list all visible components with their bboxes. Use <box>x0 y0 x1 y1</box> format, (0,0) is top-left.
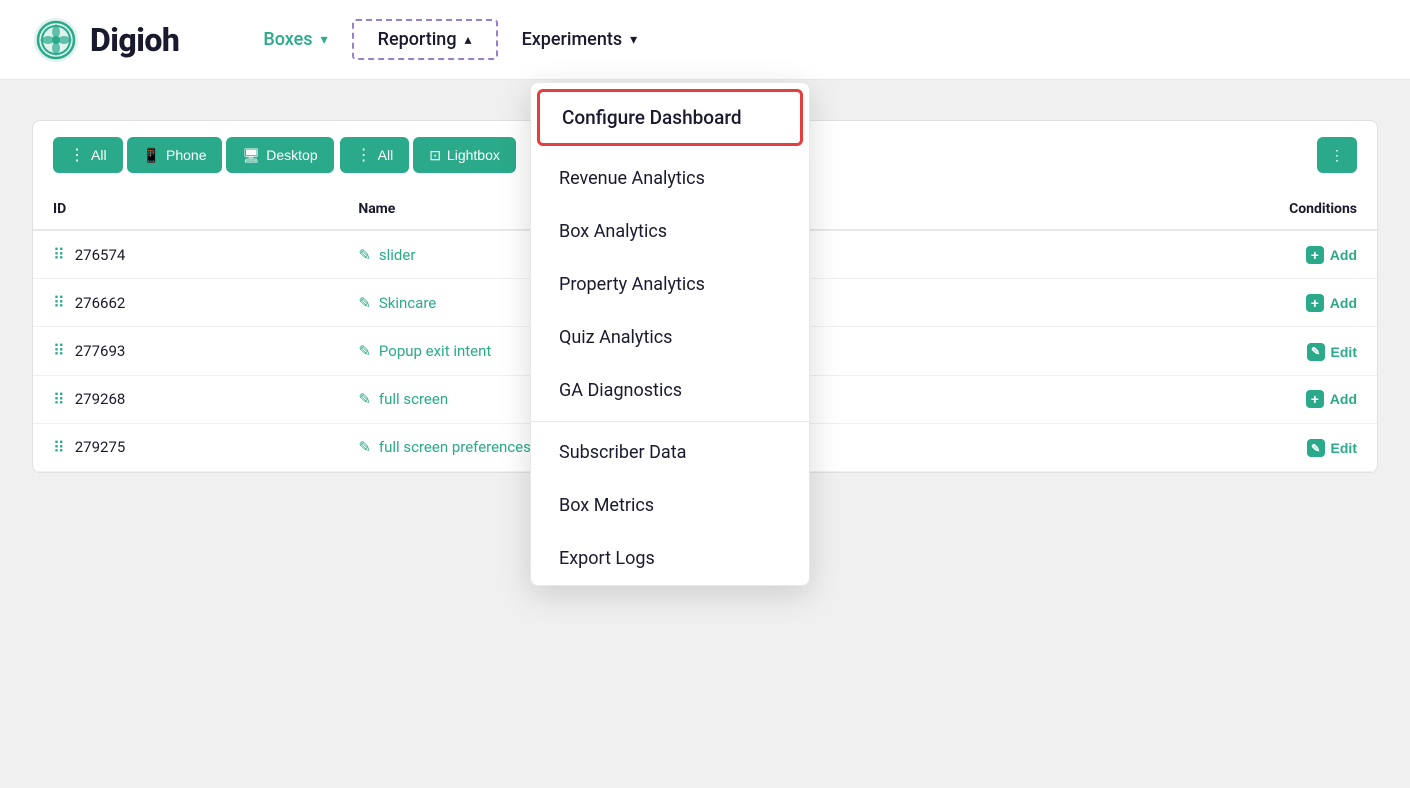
edit-icon: ✎ <box>1307 343 1325 361</box>
row-id-277693: ⠿ 277693 <box>53 341 318 360</box>
plus-icon: + <box>1306 294 1324 312</box>
dropdown-divider <box>531 421 809 422</box>
row-id-276662: ⠿ 276662 <box>53 293 318 312</box>
nav-reporting[interactable]: Reporting ▴ <box>352 19 498 60</box>
reporting-label: Reporting <box>378 29 457 50</box>
filter-phone[interactable]: 📱 Phone <box>127 137 223 173</box>
boxes-chevron-down-icon: ▾ <box>321 32 328 48</box>
grid-icon: ⠿ <box>53 341 65 360</box>
nav-experiments[interactable]: Experiments ▾ <box>498 21 662 58</box>
row-id-276574: ⠿ 276574 <box>53 245 318 264</box>
quiz-analytics-item[interactable]: Quiz Analytics <box>531 311 809 364</box>
edit-condition-btn-279275[interactable]: ✎ Edit <box>1307 439 1357 457</box>
filter-desktop[interactable]: 🖥 Desktop <box>226 137 333 173</box>
ga-diagnostics-item[interactable]: GA Diagnostics <box>531 364 809 417</box>
filter-all-devices[interactable]: ⋮ All <box>53 137 123 173</box>
filter-all-devices-label: All <box>91 147 107 163</box>
edit-pencil-icon: ✎ <box>358 438 371 456</box>
edit-pencil-icon: ✎ <box>358 390 371 408</box>
property-analytics-item[interactable]: Property Analytics <box>531 258 809 311</box>
boxes-label: Boxes <box>263 29 312 50</box>
row-id-279268: ⠿ 279268 <box>53 390 318 409</box>
plus-icon: + <box>1306 246 1324 264</box>
filter-all-types-label: All <box>378 147 394 163</box>
grid-icon: ⠿ <box>53 390 65 409</box>
type-filter-group: ⋮ All ⊡ Lightbox <box>340 137 516 173</box>
logo-area: Digioh <box>32 16 179 64</box>
filter-phone-label: Phone <box>166 147 206 163</box>
filter-desktop-label: Desktop <box>266 147 317 163</box>
device-filter-group: ⋮ All 📱 Phone 🖥 Desktop <box>53 137 334 173</box>
filter-lightbox-label: Lightbox <box>447 147 500 163</box>
reporting-dropdown: Configure Dashboard Revenue Analytics Bo… <box>530 82 810 586</box>
edit-condition-btn-277693[interactable]: ✎ Edit <box>1307 343 1357 361</box>
phone-icon: 📱 <box>143 147 160 164</box>
configure-dashboard-item[interactable]: Configure Dashboard <box>540 92 800 143</box>
filter-lightbox[interactable]: ⊡ Lightbox <box>413 137 516 173</box>
add-condition-btn-279268[interactable]: + Add <box>1306 390 1357 408</box>
th-conditions: Conditions <box>1084 189 1377 230</box>
plus-icon: + <box>1306 390 1324 408</box>
edit-icon: ✎ <box>1307 439 1325 457</box>
subscriber-data-item[interactable]: Subscriber Data <box>531 426 809 479</box>
experiments-label: Experiments <box>522 29 623 50</box>
box-analytics-item[interactable]: Box Analytics <box>531 205 809 258</box>
grid-icon: ⠿ <box>53 293 65 312</box>
grid-icon: ⠿ <box>53 245 65 264</box>
edit-pencil-icon: ✎ <box>358 342 371 360</box>
desktop-icon: 🖥 <box>242 147 260 164</box>
revenue-analytics-item[interactable]: Revenue Analytics <box>531 152 809 205</box>
logo-text: Digioh <box>90 21 179 59</box>
edit-pencil-icon: ✎ <box>358 294 371 312</box>
add-condition-btn-276662[interactable]: + Add <box>1306 294 1357 312</box>
filter-all-types[interactable]: ⋮ All <box>340 137 410 173</box>
edit-pencil-icon: ✎ <box>358 246 371 264</box>
main-nav: Boxes ▾ Reporting ▴ Experiments ▾ <box>239 19 661 60</box>
configure-dashboard-highlight: Configure Dashboard <box>537 89 803 146</box>
grid-icon: ⠿ <box>53 438 65 457</box>
add-condition-btn-276574[interactable]: + Add <box>1306 246 1357 264</box>
header: Digioh Boxes ▾ Reporting ▴ Experiments ▾ <box>0 0 1410 80</box>
filter-extra[interactable]: ⋮ <box>1317 137 1357 173</box>
experiments-chevron-down-icon: ▾ <box>630 32 637 48</box>
nav-boxes[interactable]: Boxes ▾ <box>239 21 351 58</box>
export-logs-item[interactable]: Export Logs <box>531 532 809 585</box>
box-metrics-item[interactable]: Box Metrics <box>531 479 809 532</box>
lightbox-icon: ⊡ <box>429 147 441 164</box>
digioh-logo <box>32 16 80 64</box>
reporting-chevron-up-icon: ▴ <box>465 32 472 48</box>
th-id: ID <box>33 189 338 230</box>
row-id-279275: ⠿ 279275 <box>53 438 318 457</box>
